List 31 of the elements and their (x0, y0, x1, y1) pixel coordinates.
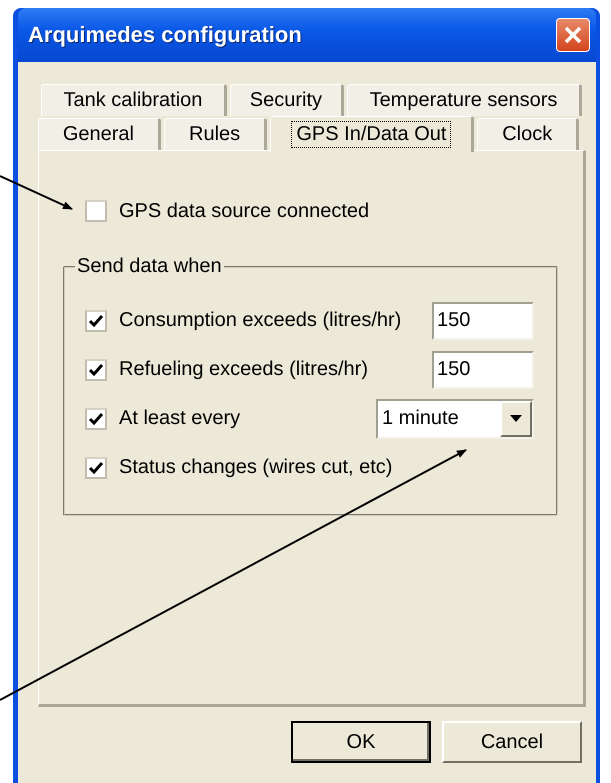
checkbox-label: GPS data source connected (119, 200, 370, 222)
tab[interactable]: Security (230, 84, 344, 116)
dropdown[interactable]: 1 minute (376, 398, 534, 438)
tab[interactable]: Tank calibration (41, 84, 227, 116)
checkbox[interactable] (85, 456, 107, 478)
window-title: Arquimedes configuration (28, 22, 302, 48)
tab[interactable]: General (38, 118, 161, 150)
group-title: Send data when (76, 255, 223, 278)
tab[interactable]: Rules (164, 118, 268, 150)
check-mark-icon (89, 462, 103, 474)
checkbox[interactable] (85, 408, 107, 430)
checkbox-label: Status changes (wires cut, etc) (119, 456, 392, 479)
caret-icon (510, 415, 522, 422)
tab[interactable]: GPS In/Data Out (270, 116, 474, 152)
checkbox-label: Consumption exceeds (litres/hr) (119, 309, 402, 332)
input-field[interactable]: 150 (432, 350, 534, 388)
checkbox[interactable] (85, 200, 107, 222)
check-mark-icon (89, 314, 103, 326)
input-field[interactable]: 150 (432, 302, 534, 340)
close-button[interactable] (556, 18, 590, 52)
tab[interactable]: Clock (477, 118, 579, 150)
check-mark-icon (89, 412, 103, 424)
close-icon (564, 26, 582, 44)
tab[interactable]: Temperature sensors (346, 84, 582, 116)
checkbox[interactable] (85, 310, 107, 332)
check-mark-icon (89, 364, 103, 376)
dialog-button[interactable]: OK (291, 721, 431, 763)
dialog-button[interactable]: Cancel (442, 721, 582, 763)
checkbox-label: Refueling exceeds (litres/hr) (119, 358, 368, 381)
checkbox[interactable] (85, 358, 107, 380)
checkbox-label: At least every (119, 407, 240, 430)
